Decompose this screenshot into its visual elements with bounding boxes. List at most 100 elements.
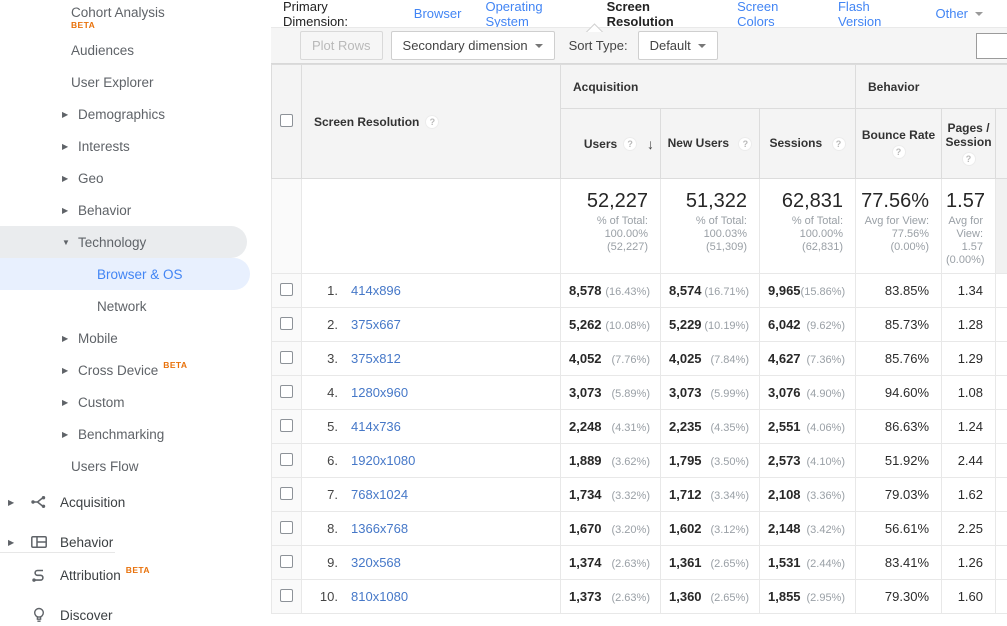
expander-arrow-icon[interactable]: ▶	[62, 206, 78, 215]
dimension-option-screen-colors[interactable]: Screen Colors	[737, 0, 814, 29]
sidebar-item-mobile[interactable]: ▶ Mobile	[0, 322, 271, 354]
summary-sessions: 62,831 % of Total: 100.00% (62,831)	[758, 178, 857, 274]
dimension-option-operating-system[interactable]: Operating System	[485, 0, 582, 29]
dimension-option-screen-resolution[interactable]: Screen Resolution	[607, 0, 714, 29]
row-checkbox[interactable]	[280, 554, 293, 568]
row-checkbox[interactable]	[280, 282, 293, 296]
pages-session-cell: 1.28	[941, 307, 997, 342]
expander-arrow-icon[interactable]: ▶	[62, 110, 78, 119]
resolution-link[interactable]: 375x667	[351, 317, 401, 332]
expander-arrow-icon[interactable]: ▶	[62, 398, 78, 407]
resolution-link[interactable]: 414x896	[351, 283, 401, 298]
column-header-pages-session[interactable]: Pages / Session ?	[941, 108, 997, 179]
row-checkbox[interactable]	[280, 316, 293, 330]
row-checkbox[interactable]	[280, 350, 293, 364]
resolution-link[interactable]: 1280x960	[351, 385, 408, 400]
sidebar-section-behavior[interactable]: ▶ Behavior	[0, 526, 271, 558]
summary-new-users: 51,322 % of Total: 100.03% (51,309)	[660, 178, 760, 274]
sidebar-item-behavior[interactable]: ▶ Behavior	[0, 194, 271, 226]
column-header-sessions[interactable]: Sessions ?	[758, 108, 857, 179]
sidebar-section-discover[interactable]: Discover	[0, 599, 271, 626]
expander-arrow-icon[interactable]: ▶	[62, 334, 78, 343]
search-input[interactable]	[976, 33, 1007, 59]
report-nav-list: Cohort Analysis BETA Audiences User Expl…	[0, 2, 271, 482]
sidebar-item-label: Demographics	[78, 106, 166, 122]
resolution-link[interactable]: 768x1024	[351, 487, 408, 502]
sidebar-item-label: Cross Device	[78, 362, 159, 378]
help-icon[interactable]: ?	[623, 136, 638, 151]
dimension-option-other[interactable]: Other	[936, 0, 984, 29]
sidebar-item-browser-os[interactable]: Browser & OS	[0, 258, 250, 290]
sidebar-item-audiences[interactable]: Audiences	[0, 34, 271, 66]
row-checkbox[interactable]	[280, 452, 293, 466]
column-header-new-users[interactable]: New Users ?	[660, 108, 760, 179]
expander-arrow-icon[interactable]: ▶	[8, 538, 22, 547]
sort-arrow-icon[interactable]: ↓	[647, 136, 654, 152]
sidebar-item-network[interactable]: Network	[0, 290, 271, 322]
select-all-checkbox[interactable]	[280, 113, 293, 127]
resolution-link[interactable]: 375x812	[351, 351, 401, 366]
sidebar-section-label: Acquisition	[60, 494, 126, 510]
sidebar-item-user-explorer[interactable]: User Explorer	[0, 66, 271, 98]
sidebar-item-geo[interactable]: ▶ Geo	[0, 162, 271, 194]
expander-arrow-icon[interactable]: ▶	[8, 498, 22, 507]
row-checkbox[interactable]	[280, 486, 293, 500]
expander-arrow-icon[interactable]: ▶	[62, 366, 78, 375]
sidebar-item-cohort-analysis[interactable]: Cohort Analysis BETA	[0, 2, 271, 34]
sessions-cell: 2,573 (4.10%)	[758, 443, 857, 478]
row-checkbox[interactable]	[280, 588, 293, 602]
new-users-cell: 1,602 (3.12%)	[660, 511, 760, 546]
users-cell: 5,262 (10.08%)	[560, 307, 661, 342]
report-main: Primary Dimension: Browser Operating Sys…	[271, 0, 1007, 626]
help-icon[interactable]: ?	[425, 114, 440, 129]
sidebar-section-acquisition[interactable]: ▶ Acquisition	[0, 486, 271, 518]
sidebar-item-demographics[interactable]: ▶ Demographics	[0, 98, 271, 130]
resolution-link[interactable]: 810x1080	[351, 589, 408, 604]
pages-session-cell: 1.60	[941, 579, 997, 614]
resolution-link[interactable]: 1366x768	[351, 521, 408, 536]
summary-pages-session: 1.57 Avg for View: 1.57 (0.00%)	[941, 178, 997, 274]
row-checkbox[interactable]	[280, 418, 293, 432]
sidebar-item-cross-device[interactable]: ▶ Cross Device BETA	[0, 354, 271, 386]
plot-rows-button[interactable]: Plot Rows	[300, 31, 383, 60]
sidebar-item-users-flow[interactable]: Users Flow	[0, 450, 271, 482]
pages-session-cell: 1.29	[941, 341, 997, 376]
sidebar-section-attribution[interactable]: Attribution BETA	[0, 559, 271, 591]
sidebar-item-label: Network	[97, 298, 147, 314]
row-checkbox[interactable]	[280, 520, 293, 534]
bounce-rate-cell: 83.85%	[855, 273, 943, 308]
sort-type-dropdown[interactable]: Default	[637, 31, 718, 60]
users-cell: 1,734 (3.32%)	[560, 477, 661, 512]
resolution-link[interactable]: 320x568	[351, 555, 401, 570]
sidebar-divider	[0, 552, 115, 553]
dimension-header-cell[interactable]: Screen Resolution ?	[301, 64, 561, 179]
sessions-cell: 2,551 (4.06%)	[758, 409, 857, 444]
sidebar-item-label: Technology	[78, 234, 147, 250]
resolution-link[interactable]: 1920x1080	[351, 453, 415, 468]
sidebar-item-interests[interactable]: ▶ Interests	[0, 130, 271, 162]
new-users-cell: 5,229 (10.19%)	[660, 307, 760, 342]
resolution-link[interactable]: 414x736	[351, 419, 401, 434]
row-checkbox[interactable]	[280, 384, 293, 398]
dimension-option-flash-version[interactable]: Flash Version	[838, 0, 912, 29]
help-icon[interactable]: ?	[961, 152, 976, 166]
dimension-option-browser[interactable]: Browser	[414, 0, 462, 29]
expander-arrow-icon[interactable]: ▶	[62, 174, 78, 183]
expander-arrow-icon[interactable]: ▶	[62, 142, 78, 151]
help-icon[interactable]: ?	[738, 136, 753, 151]
expander-arrow-icon[interactable]: ▼	[62, 238, 78, 247]
bounce-rate-cell: 51.92%	[855, 443, 943, 478]
primary-dimension-bar: Primary Dimension: Browser Operating Sys…	[271, 0, 1007, 29]
secondary-dimension-dropdown[interactable]: Secondary dimension	[390, 31, 555, 60]
sidebar-item-benchmarking[interactable]: ▶ Benchmarking	[0, 418, 271, 450]
column-header-bounce-rate[interactable]: Bounce Rate ?	[855, 108, 943, 179]
new-users-cell: 8,574 (16.71%)	[660, 273, 760, 308]
column-header-users[interactable]: Users ? ↓	[560, 108, 661, 179]
table-row: 3. 375x812 4,052 (7.76%) 4,025 (7.84%) 4,6…	[271, 341, 1007, 376]
expander-arrow-icon[interactable]: ▶	[62, 430, 78, 439]
help-icon[interactable]: ?	[891, 145, 906, 159]
help-icon[interactable]: ?	[831, 136, 846, 151]
acquisition-icon	[30, 493, 48, 511]
sidebar-item-technology[interactable]: ▼ Technology	[0, 226, 247, 258]
sidebar-item-custom[interactable]: ▶ Custom	[0, 386, 271, 418]
